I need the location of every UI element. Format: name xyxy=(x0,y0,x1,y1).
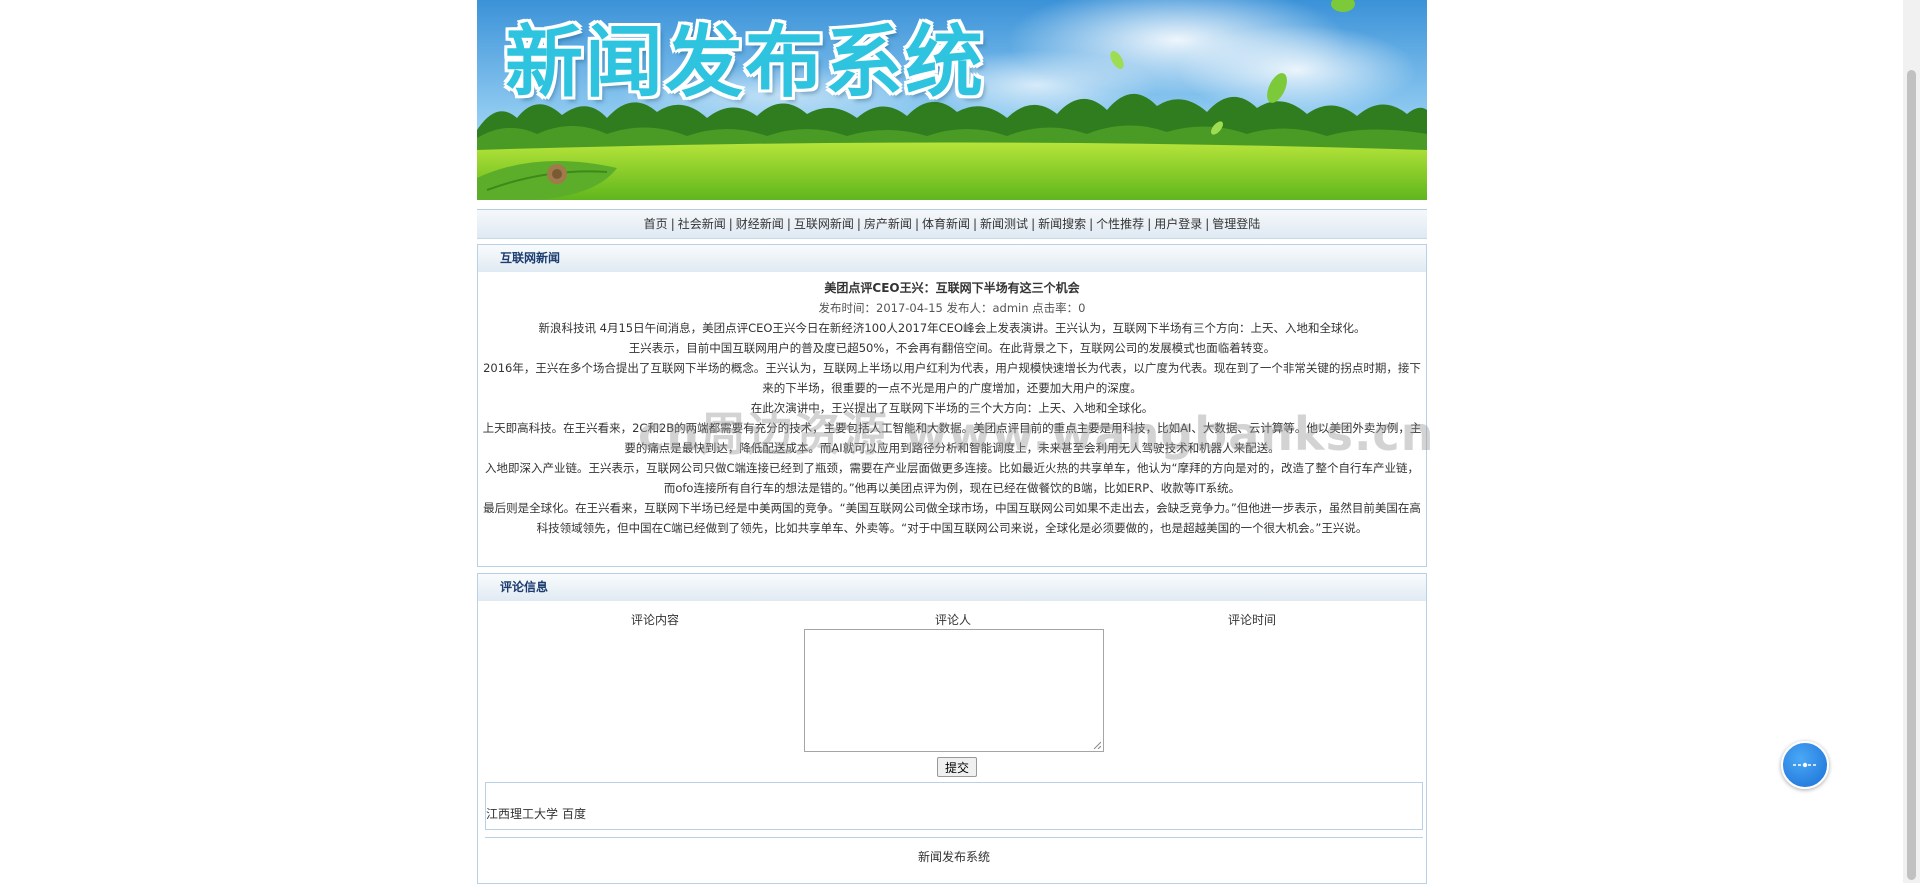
floating-assistant-button[interactable] xyxy=(1781,741,1829,789)
nav-separator: | xyxy=(728,217,733,231)
friend-links-row: 江西理工大学 百度 xyxy=(486,805,590,822)
nav-item-finance[interactable]: 财经新闻 xyxy=(736,217,784,231)
friend-link-jxust[interactable]: 江西理工大学 xyxy=(486,807,558,821)
nav-item-society[interactable]: 社会新闻 xyxy=(678,217,726,231)
column-commenter: 评论人 xyxy=(935,613,972,627)
nav-separator: | xyxy=(1089,217,1094,231)
main-nav: 首页 | 社会新闻 | 财经新闻 | 互联网新闻 | 房产新闻 | 体育新闻 | 新闻测试 | 新闻搜索 | 个… xyxy=(477,209,1427,239)
nav-item-test[interactable]: 新闻测试 xyxy=(980,217,1028,231)
nav-item-user-login[interactable]: 用户登录 xyxy=(1154,217,1202,231)
news-section-heading: 互联网新闻 xyxy=(478,245,1426,272)
news-panel: 互联网新闻 美团点评CEO王兴：互联网下半场有这三个机会 发布时间：2017-0… xyxy=(477,244,1427,567)
article-meta: 发布时间：2017-04-15 发布人：admin 点击率：0 xyxy=(818,301,1086,315)
page-container: 新闻发布系统 首页 | 社会新闻 | 财经新闻 | 互联网新闻 | 房产新闻 | 体育新闻 | 新闻测试… xyxy=(477,0,1427,884)
nav-separator: | xyxy=(786,217,791,231)
article-paragraph: 在此次演讲中，王兴提出了互联网下半场的三个大方向：上天、入地和全球化。 xyxy=(750,401,1154,415)
nav-separator: | xyxy=(1031,217,1036,231)
article-paragraph: 最后则是全球化。在王兴看来，互联网下半场已经是中美两国的竞争。“美国互联网公司做… xyxy=(483,501,1421,535)
comment-section-heading: 评论信息 xyxy=(478,574,1426,601)
dots-icon xyxy=(1793,762,1817,768)
site-banner: 新闻发布系统 xyxy=(477,0,1427,200)
nav-separator: | xyxy=(973,217,978,231)
nav-separator: | xyxy=(856,217,861,231)
submit-comment-button[interactable]: 提交 xyxy=(937,757,977,777)
nav-item-internet[interactable]: 互联网新闻 xyxy=(794,217,854,231)
nav-item-recommend[interactable]: 个性推荐 xyxy=(1096,217,1144,231)
column-comment-content: 评论内容 xyxy=(631,613,680,627)
scrollbar-thumb[interactable] xyxy=(1907,70,1916,880)
nav-separator: | xyxy=(1147,217,1152,231)
friend-links: 江西理工大学 百度 xyxy=(485,782,1423,830)
page-scrollbar[interactable] xyxy=(1903,0,1920,883)
page-footer: 新闻发布系统 xyxy=(485,837,1423,883)
nav-item-sports[interactable]: 体育新闻 xyxy=(922,217,970,231)
article: 美团点评CEO王兴：互联网下半场有这三个机会 发布时间：2017-04-15 发… xyxy=(478,272,1426,538)
friend-link-baidu[interactable]: 百度 xyxy=(562,807,586,821)
resize-grip-icon[interactable] xyxy=(1093,741,1101,749)
article-paragraph: 入地即深入产业链。王兴表示，互联网公司只做C端连接已经到了瓶颈，需要在产业层面做… xyxy=(485,461,1419,495)
article-paragraph: 2016年，王兴在多个场合提出了互联网下半场的概念。王兴认为，互联网上半场以用户… xyxy=(483,361,1421,395)
nav-item-search[interactable]: 新闻搜索 xyxy=(1038,217,1086,231)
comment-textarea[interactable] xyxy=(804,629,1104,752)
nav-item-home[interactable]: 首页 xyxy=(644,217,668,231)
article-paragraph: 新浪科技讯 4月15日午间消息，美团点评CEO王兴今日在新经济100人2017年… xyxy=(538,321,1366,335)
nav-item-admin-login[interactable]: 管理登陆 xyxy=(1212,217,1260,231)
article-paragraph: 上天即高科技。在王兴看来，2C和2B的两端都需要有充分的技术，主要包括人工智能和… xyxy=(482,421,1422,455)
nav-separator: | xyxy=(1205,217,1210,231)
article-paragraph: 王兴表示，目前中国互联网用户的普及度已超50%，不会再有翻倍空间。在此背景之下，… xyxy=(628,341,1276,355)
column-comment-time: 评论时间 xyxy=(1228,613,1277,627)
comment-panel: 评论信息 评论内容 评论人 评论时间 提交 江西理工大学 百度 新闻发布系统 xyxy=(477,573,1427,884)
site-title: 新闻发布系统 xyxy=(505,18,986,108)
article-title: 美团点评CEO王兴：互联网下半场有这三个机会 xyxy=(824,281,1080,295)
nav-separator: | xyxy=(670,217,675,231)
nav-item-realestate[interactable]: 房产新闻 xyxy=(864,217,912,231)
nav-separator: | xyxy=(914,217,919,231)
